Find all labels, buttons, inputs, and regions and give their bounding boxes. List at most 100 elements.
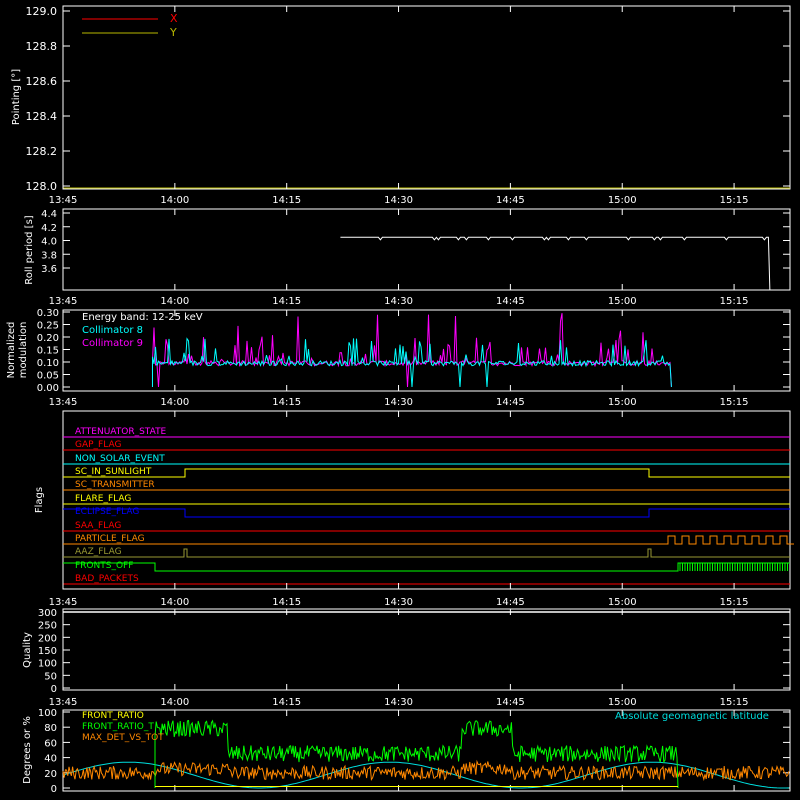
flag-label: FLARE_FLAG <box>75 494 131 504</box>
y-tick-label: 300 <box>38 608 57 619</box>
flag-label: NON_SOLAR_EVENT <box>75 454 165 464</box>
legend-collimator-8: Collimator 8 <box>82 325 143 336</box>
ratio-panel: 0 20 40 60 80 100 Degrees or % FRONT_RATIOFRO… <box>22 708 791 795</box>
x-tick-label: 13:45 <box>49 296 78 307</box>
flag-line <box>63 548 790 558</box>
y-tick-label: 4.4 <box>41 209 57 220</box>
x-tick-label: 15:15 <box>720 195 749 206</box>
flag-label: BAD_PACKETS <box>75 574 139 584</box>
y-tick-label: 0.05 <box>37 371 59 382</box>
flag-label: FRONTS_OFF <box>75 561 133 571</box>
modulation-ylabel-line1: Normalized <box>6 322 17 379</box>
y-tick-label: 150 <box>38 646 57 657</box>
x-tick-label: 14:15 <box>272 397 301 408</box>
flags-rows: ATTENUATOR_STATE GAP_FLAG NON_SOLAR_EVENT S… <box>63 427 794 585</box>
legend-x-label: X <box>170 12 178 25</box>
x-tick-label: 15:15 <box>720 296 749 307</box>
x-tick-label: 13:45 <box>49 597 78 608</box>
pointing-legend: XY <box>63 12 790 189</box>
flags-panel: ATTENUATOR_STATE GAP_FLAG NON_SOLAR_EVENT S… <box>34 410 794 608</box>
x-tick-label: 14:45 <box>496 697 525 708</box>
collimator-9-line <box>151 313 672 388</box>
modulation-ylabel-line2: modulation <box>18 322 29 379</box>
modulation-panel: 0.000.050.100.150.200.250.30 Normalized … <box>6 308 791 408</box>
flag-label: AAZ_FLAG <box>75 547 122 557</box>
flag-line <box>63 468 790 478</box>
flag-label: SAA_FLAG <box>75 521 121 531</box>
quality-ylabel: Quality <box>22 632 33 668</box>
x-tick-label: 15:15 <box>720 597 749 608</box>
y-tick-label: 0.10 <box>37 358 59 369</box>
y-tick-label: 40 <box>44 754 57 765</box>
x-tick-label: 14:45 <box>496 296 525 307</box>
roll-period-panel: 3.6 3.8 4.0 4.2 4.4 Roll period [s] 13:45 14:… <box>24 208 791 307</box>
roll-ylabel: Roll period [s] <box>24 215 35 284</box>
x-tick-label: 14:15 <box>272 195 301 206</box>
pointing-panel: 128.0 128.2 128.4 128.6 128.8 129.0 Pointing … <box>11 5 791 206</box>
ratio-legend-item: MAX_DET_VS_TOT <box>82 733 164 743</box>
y-tick-label: 0 <box>51 684 57 695</box>
x-tick-label: 14:15 <box>272 597 301 608</box>
roll-x-ticks: 13:45 14:00 14:15 14:30 14:45 15:00 15:15 <box>49 209 749 307</box>
modulation-series <box>151 313 672 388</box>
y-tick-label: 60 <box>44 738 57 749</box>
max-det-vs-tot-line <box>62 759 790 782</box>
x-tick-label: 14:00 <box>160 195 189 206</box>
flags-frame <box>62 410 791 590</box>
pointing-x-ticks: 13:45 14:00 14:15 14:30 14:45 15:00 15:15 <box>49 6 749 206</box>
geomag-annotation: Absolute geomagnetic latitude <box>615 711 769 722</box>
y-tick-label: 250 <box>38 621 57 632</box>
y-tick-label: 128.8 <box>26 40 58 53</box>
x-tick-label: 15:00 <box>608 195 637 206</box>
x-tick-label: 14:30 <box>384 397 413 408</box>
x-tick-label: 14:00 <box>160 296 189 307</box>
x-tick-label: 14:15 <box>272 296 301 307</box>
x-tick-label: 13:45 <box>49 397 78 408</box>
front-ratio-t-line <box>154 719 679 789</box>
flag-label: SC_TRANSMITTER <box>75 480 155 490</box>
flag-label: GAP_FLAG <box>75 440 121 450</box>
flag-label: ECLIPSE_FLAG <box>75 507 139 517</box>
legend-y-label: Y <box>169 26 177 39</box>
flag-line <box>63 535 794 545</box>
y-tick-label: 0.30 <box>37 308 59 319</box>
ratio-legend-item: FRONT_RATIO_T <box>82 722 154 732</box>
quality-y-ticks: 0 50100 150 200250 300 <box>38 608 790 695</box>
x-tick-label: 14:30 <box>384 195 413 206</box>
pointing-ylabel: Pointing [°] <box>11 69 22 125</box>
x-tick-label: 14:30 <box>384 597 413 608</box>
y-tick-label: 4.2 <box>41 223 57 234</box>
y-tick-label: 128.4 <box>26 110 58 123</box>
ratio-ylabel: Degrees or % <box>22 716 33 784</box>
flags-ylabel: Flags <box>34 487 45 513</box>
y-tick-label: 0.20 <box>37 333 59 344</box>
y-tick-label: 50 <box>44 671 57 682</box>
y-tick-label: 0.15 <box>37 346 59 357</box>
x-tick-label: 14:30 <box>384 296 413 307</box>
y-tick-label: 20 <box>44 769 57 780</box>
flag-label: PARTICLE_FLAG <box>75 534 145 544</box>
quality-panel: 0 50100 150 200250 300 Quality 13:45 14:00 14:… <box>22 608 791 708</box>
flag-label: ATTENUATOR_STATE <box>75 427 167 437</box>
y-tick-label: 0 <box>51 784 57 795</box>
y-tick-label: 100 <box>38 708 57 719</box>
x-tick-label: 14:00 <box>160 397 189 408</box>
roll-period-line <box>340 236 771 291</box>
y-tick-label: 0.00 <box>37 383 59 394</box>
y-tick-label: 100 <box>38 659 57 670</box>
x-tick-label: 13:45 <box>49 195 78 206</box>
flag-label: SC_IN_SUNLIGHT <box>75 467 152 477</box>
roll-y-ticks: 3.6 3.8 4.0 4.2 4.4 <box>41 209 790 275</box>
x-tick-label: 15:00 <box>608 296 637 307</box>
modulation-annotation: Energy band: 12-25 keV <box>82 312 203 323</box>
x-tick-label: 13:45 <box>49 697 78 708</box>
x-tick-label: 14:45 <box>496 195 525 206</box>
quality-x-ticks: 13:45 14:00 14:15 14:30 14:45 15:00 15:15 <box>49 609 748 708</box>
y-tick-label: 128.2 <box>26 145 58 158</box>
x-tick-label: 14:00 <box>160 597 189 608</box>
ratio-legend-item: FRONT_RATIO <box>82 711 144 721</box>
ratio-series <box>62 719 790 789</box>
x-tick-label: 14:45 <box>496 397 525 408</box>
y-tick-label: 3.6 <box>41 264 57 275</box>
y-tick-label: 129.0 <box>26 5 58 18</box>
